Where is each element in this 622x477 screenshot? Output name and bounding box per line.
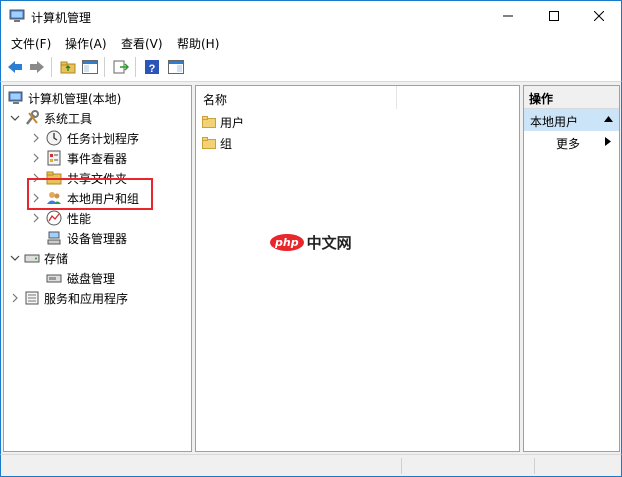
- menu-help[interactable]: 帮助(H): [177, 35, 219, 52]
- properties-icon: [168, 60, 184, 74]
- tree-item-disk-management[interactable]: 磁盘管理: [4, 268, 191, 288]
- chevron-down-icon[interactable]: [10, 253, 20, 263]
- back-icon: [8, 61, 22, 73]
- tree-label: 任务计划程序: [67, 131, 140, 146]
- event-viewer-icon: [47, 150, 61, 166]
- menu-bar: 文件(F) 操作(A) 查看(V) 帮助(H): [0, 31, 622, 53]
- minimize-button[interactable]: [485, 1, 531, 31]
- chevron-right-icon[interactable]: [31, 133, 41, 143]
- show-hide-tree-icon: [82, 60, 98, 74]
- maximize-icon: [549, 11, 559, 21]
- storage-icon: [24, 254, 40, 263]
- tree-item-performance[interactable]: 性能: [4, 208, 191, 228]
- clock-icon: [46, 130, 62, 146]
- tree-item-event-viewer[interactable]: 事件查看器: [4, 148, 191, 168]
- window-title: 计算机管理: [31, 11, 92, 25]
- toolbar-separator: [104, 57, 105, 77]
- status-divider: [534, 458, 535, 474]
- chevron-right-icon[interactable]: [10, 293, 20, 303]
- tree-label: 磁盘管理: [67, 271, 116, 286]
- highlight-box: [27, 178, 153, 210]
- column-header-label: 名称: [203, 93, 228, 107]
- toolbar: ?: [0, 53, 622, 82]
- list-item[interactable]: 组: [202, 133, 232, 153]
- tree-item-root[interactable]: 计算机管理(本地): [4, 88, 191, 108]
- actions-header: 操作: [524, 86, 619, 109]
- folder-icon: [202, 137, 216, 149]
- close-button[interactable]: [576, 1, 622, 31]
- list-item[interactable]: 用户: [202, 112, 244, 132]
- maximize-button[interactable]: [531, 1, 577, 31]
- back-button[interactable]: [6, 58, 24, 76]
- tree-label: 性能: [67, 211, 92, 226]
- actions-section-label: 本地用户: [530, 115, 579, 129]
- up-folder-icon: [60, 61, 76, 74]
- collapse-up-icon[interactable]: [604, 116, 613, 122]
- watermark-text: 中文网: [306, 234, 352, 252]
- tools-icon: [26, 110, 39, 125]
- toolbar-separator: [135, 57, 136, 77]
- tree-item-device-manager[interactable]: 设备管理器: [4, 228, 191, 248]
- list-item-label: 组: [220, 136, 233, 151]
- tree-item-task-scheduler[interactable]: 任务计划程序: [4, 128, 191, 148]
- device-manager-icon: [47, 231, 61, 245]
- show-hide-tree-button[interactable]: [81, 58, 99, 76]
- title-bar: 计算机管理: [0, 0, 622, 31]
- help-button[interactable]: ?: [143, 58, 161, 76]
- forward-button[interactable]: [28, 58, 46, 76]
- properties-button[interactable]: [167, 58, 185, 76]
- computer-management-icon: [8, 91, 23, 104]
- chevron-down-icon[interactable]: [10, 113, 20, 123]
- tree-label: 设备管理器: [67, 231, 128, 246]
- watermark-brand: php: [270, 234, 304, 251]
- tree-item-services-apps[interactable]: 服务和应用程序: [4, 288, 191, 308]
- list-item-label: 用户: [220, 115, 245, 130]
- column-header-name[interactable]: 名称: [196, 86, 397, 109]
- help-icon: ?: [145, 60, 159, 75]
- menu-file[interactable]: 文件(F): [11, 35, 51, 52]
- actions-section-local-users[interactable]: 本地用户: [524, 109, 619, 131]
- services-icon: [25, 291, 39, 305]
- actions-pane: 操作 本地用户 更多: [523, 85, 620, 452]
- status-bar: [0, 454, 622, 477]
- minimize-icon: [503, 15, 513, 17]
- close-icon: [594, 11, 604, 21]
- watermark-logo: php 中文网: [270, 232, 352, 253]
- tree-label: 存储: [44, 251, 69, 266]
- action-more-item[interactable]: 更多: [524, 132, 619, 152]
- column-header-empty[interactable]: [397, 86, 520, 109]
- tree-label: 事件查看器: [67, 151, 128, 166]
- tree-label: 系统工具: [44, 111, 93, 126]
- toolbar-separator: [51, 57, 52, 77]
- export-list-icon: [113, 60, 129, 74]
- tree-label: 计算机管理(本地): [28, 91, 122, 106]
- disk-icon: [46, 274, 62, 283]
- status-divider: [401, 458, 402, 474]
- computer-management-icon: [9, 9, 25, 22]
- svg-text:?: ?: [149, 63, 156, 75]
- performance-icon: [46, 210, 62, 226]
- chevron-right-icon[interactable]: [31, 213, 41, 223]
- up-folder-button[interactable]: [59, 58, 77, 76]
- tree-item-system-tools[interactable]: 系统工具: [4, 108, 191, 128]
- export-list-button[interactable]: [112, 58, 130, 76]
- tree-label: 服务和应用程序: [44, 291, 129, 306]
- chevron-right-icon[interactable]: [31, 153, 41, 163]
- folder-icon: [202, 116, 216, 128]
- content-area: 计算机管理(本地) 系统工具 任务计划程序 事件查看器 共享文件夹 本地用户和组: [0, 82, 622, 454]
- results-list: 名称 用户 组: [195, 85, 520, 452]
- menu-action[interactable]: 操作(A): [65, 35, 107, 52]
- console-tree: 计算机管理(本地) 系统工具 任务计划程序 事件查看器 共享文件夹 本地用户和组: [3, 85, 192, 452]
- actions-header-label: 操作: [529, 92, 554, 106]
- menu-view[interactable]: 查看(V): [121, 35, 163, 52]
- forward-icon: [30, 61, 44, 73]
- tree-item-storage[interactable]: 存储: [4, 248, 191, 268]
- submenu-arrow-icon: [605, 137, 611, 146]
- action-more-label: 更多: [556, 137, 581, 151]
